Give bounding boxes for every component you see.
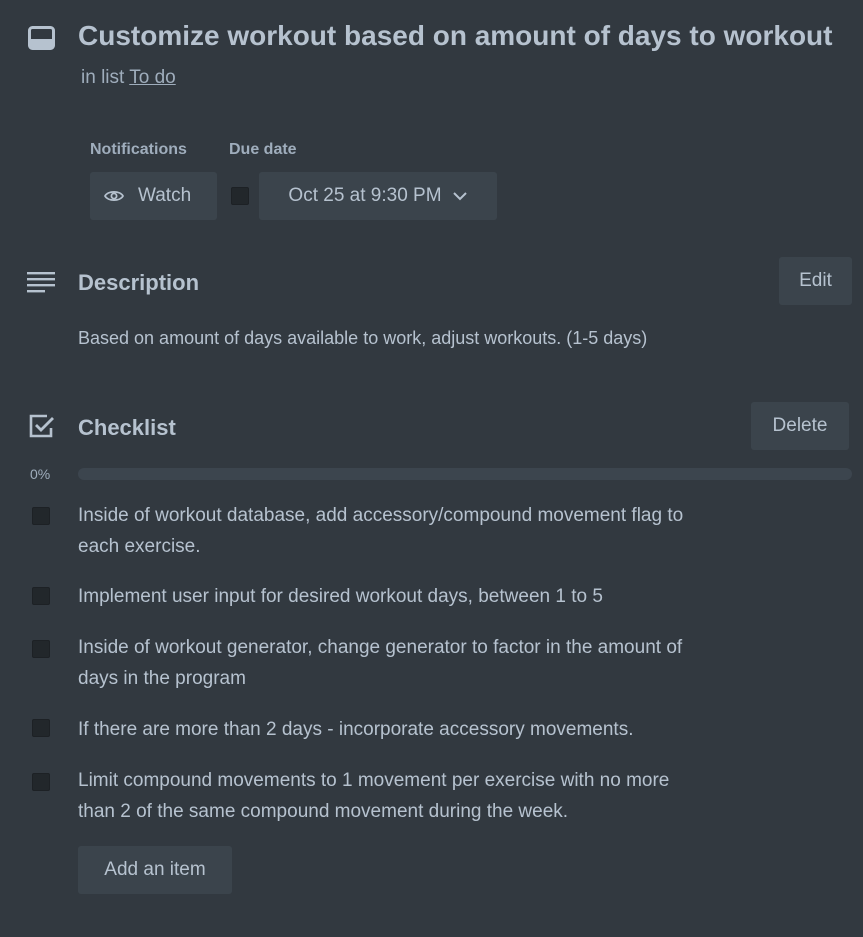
- list-link[interactable]: To do: [129, 67, 175, 88]
- checklist-item-checkbox[interactable]: [32, 507, 50, 525]
- due-date-label: Due date: [229, 141, 297, 158]
- checklist-item-checkbox[interactable]: [32, 773, 50, 791]
- checklist-item-text[interactable]: Implement user input for desired workout…: [78, 581, 708, 612]
- checkbox-checked-icon: [29, 414, 55, 440]
- in-list-label: in list: [81, 67, 125, 88]
- edit-description-button[interactable]: Edit: [779, 257, 852, 305]
- description-lines-icon: [27, 271, 55, 293]
- checklist-title: Checklist: [78, 415, 176, 440]
- eye-icon: [104, 189, 124, 203]
- checklist-progress-bar: [78, 468, 852, 480]
- description-title: Description: [78, 270, 200, 295]
- checklist-item-text[interactable]: If there are more than 2 days - incorpor…: [78, 714, 778, 745]
- card-title[interactable]: Customize workout based on amount of day…: [78, 20, 832, 52]
- checklist-item-text[interactable]: Limit compound movements to 1 movement p…: [78, 765, 708, 827]
- due-date-value: Oct 25 at 9:30 PM: [288, 185, 442, 206]
- checklist-item-text[interactable]: Inside of workout generator, change gene…: [78, 632, 708, 694]
- checklist-item-text[interactable]: Inside of workout database, add accessor…: [78, 500, 708, 562]
- add-item-button[interactable]: Add an item: [78, 846, 232, 894]
- watch-label: Watch: [138, 185, 192, 206]
- due-date-button[interactable]: Oct 25 at 9:30 PM: [259, 172, 497, 220]
- watch-button[interactable]: Watch: [90, 172, 217, 220]
- checklist-item-checkbox[interactable]: [32, 640, 50, 658]
- notifications-label: Notifications: [90, 141, 187, 158]
- checklist-item-checkbox[interactable]: [32, 587, 50, 605]
- chevron-down-icon: [452, 191, 468, 201]
- delete-checklist-button[interactable]: Delete: [751, 402, 849, 450]
- list-breadcrumb: in list To do: [81, 67, 176, 89]
- description-text[interactable]: Based on amount of days available to wor…: [78, 328, 647, 349]
- checklist-progress-percent: 0%: [30, 466, 51, 482]
- due-date-checkbox[interactable]: [231, 187, 249, 205]
- card-icon: [28, 26, 55, 50]
- checklist-item-checkbox[interactable]: [32, 719, 50, 737]
